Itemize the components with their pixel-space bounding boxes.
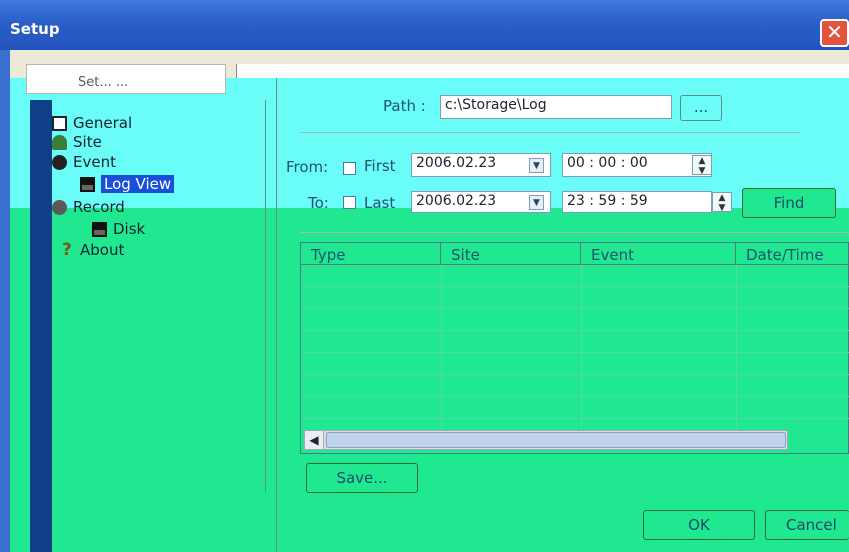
table-row[interactable] <box>301 331 849 353</box>
table-row[interactable] <box>301 353 849 375</box>
about-icon: ? <box>62 239 72 260</box>
site-icon <box>52 134 67 150</box>
to-date-value: 2006.02.23 <box>416 193 497 209</box>
tree-item-label: Log View <box>101 175 175 193</box>
table-row[interactable] <box>301 375 849 397</box>
column-divider <box>581 265 582 431</box>
column-header-type[interactable]: Type <box>301 243 441 265</box>
ok-button[interactable]: OK <box>643 510 755 540</box>
chevron-down-icon[interactable]: ▼ <box>529 195 544 210</box>
table-row[interactable] <box>301 397 849 419</box>
close-icon: ✕ <box>826 20 843 44</box>
tree-item-label: About <box>80 241 125 259</box>
column-divider <box>441 265 442 431</box>
close-button[interactable]: ✕ <box>820 19 849 47</box>
to-time-spinner[interactable]: ▲ ▼ <box>712 192 732 213</box>
from-first-checkbox[interactable] <box>343 162 356 175</box>
to-last-label: Last <box>364 194 396 212</box>
record-icon <box>52 199 67 215</box>
tree-item-label: Site <box>73 133 102 151</box>
tab-label: Set... ... <box>78 75 129 90</box>
from-time-value: 00 : 00 : 00 <box>567 155 648 171</box>
table-row[interactable] <box>301 265 849 287</box>
from-first-label: First <box>364 157 396 175</box>
window-left-border <box>0 50 10 552</box>
browse-button[interactable]: ... <box>680 95 722 121</box>
tree-item-disk[interactable]: Disk <box>92 218 145 240</box>
chevron-down-icon[interactable]: ▼ <box>529 158 544 173</box>
from-date-value: 2006.02.23 <box>416 155 497 171</box>
window-title: Setup <box>10 20 60 38</box>
to-last-checkbox[interactable] <box>343 196 356 209</box>
tree-item-about[interactable]: ? About <box>62 239 124 261</box>
to-label: To: <box>308 194 329 212</box>
tree-item-site[interactable]: Site <box>52 131 102 153</box>
chevron-left-icon[interactable]: ◀ <box>304 430 324 450</box>
disk-icon <box>80 176 95 192</box>
log-list[interactable]: Type Site Event Date/Time <box>300 242 849 454</box>
tab-strip <box>236 64 849 78</box>
tree-item-log-view[interactable]: Log View <box>80 173 175 195</box>
tree-item-label: Disk <box>113 220 146 238</box>
to-time-value: 23 : 59 : 59 <box>567 193 648 209</box>
tree-item-event[interactable]: Event <box>52 151 116 173</box>
cancel-button[interactable]: Cancel <box>765 510 849 540</box>
find-button[interactable]: Find <box>742 188 836 218</box>
from-time-field[interactable]: 00 : 00 : 00 <box>562 153 712 177</box>
to-time-field[interactable]: 23 : 59 : 59 <box>562 191 712 213</box>
event-icon <box>52 154 67 170</box>
tree-item-label: General <box>73 114 133 132</box>
side-bar <box>30 100 52 552</box>
tree-item-record[interactable]: Record <box>52 196 125 218</box>
path-label: Path : <box>383 97 426 115</box>
from-label: From: <box>286 158 329 176</box>
column-header-event[interactable]: Event <box>581 243 736 265</box>
title-bar <box>0 0 849 50</box>
tree-item-label: Record <box>73 198 125 216</box>
scrollbar-thumb[interactable] <box>326 432 786 448</box>
from-time-spinner[interactable]: ▲ ▼ <box>692 155 712 176</box>
table-row[interactable] <box>301 287 849 309</box>
disk-icon <box>92 221 107 237</box>
path-divider <box>300 132 800 133</box>
path-field[interactable]: c:\Storage\Log <box>440 95 672 119</box>
column-header-site[interactable]: Site <box>441 243 581 265</box>
tree-item-label: Event <box>73 153 116 171</box>
general-icon <box>52 115 67 131</box>
table-row[interactable] <box>301 309 849 331</box>
save-button[interactable]: Save... <box>306 463 418 493</box>
column-divider <box>736 265 737 431</box>
column-header-date-time[interactable]: Date/Time <box>736 243 849 265</box>
filter-divider <box>300 232 849 233</box>
